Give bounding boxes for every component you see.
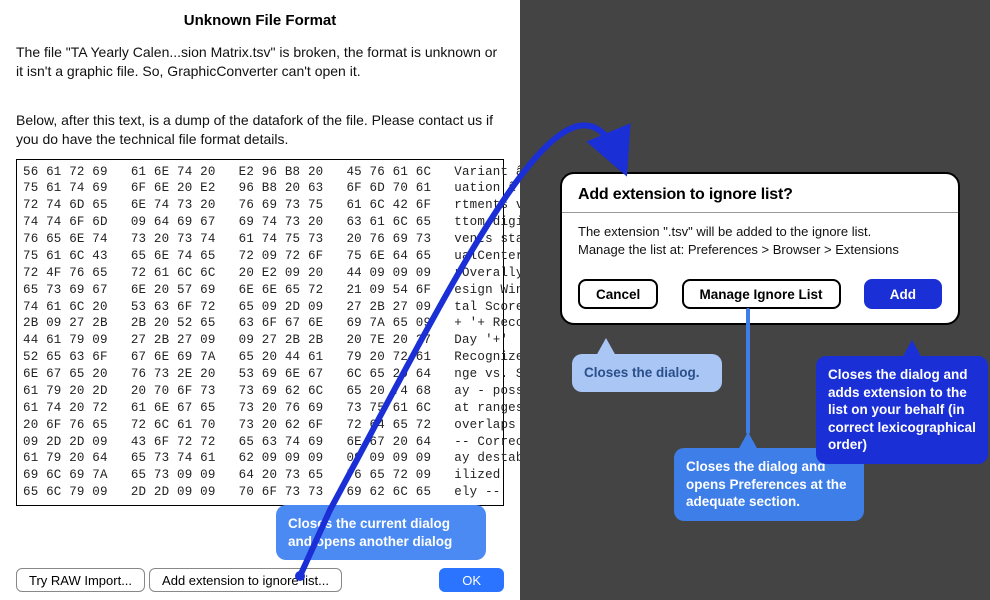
hex-dump: 56 61 72 69 61 6E 74 20 E2 96 B8 20 45 7…	[16, 159, 504, 507]
callout-cancel: Closes the dialog.	[572, 354, 722, 392]
dialog-paragraph-2: Below, after this text, is a dump of the…	[16, 111, 504, 149]
mini-dialog-title: Add extension to ignore list?	[578, 186, 942, 204]
cancel-button[interactable]: Cancel	[578, 279, 658, 309]
mini-dialog-line-1: The extension ".tsv" will be added to th…	[578, 223, 942, 241]
dialog-paragraph-1: The file "TA Yearly Calen...sion Matrix.…	[16, 43, 504, 81]
try-raw-import-button[interactable]: Try RAW Import...	[16, 568, 145, 592]
add-extension-dialog: Add extension to ignore list? The extens…	[560, 172, 960, 325]
callout-main-arrow: Closes the current dialog and opens anot…	[276, 505, 486, 560]
manage-ignore-list-button[interactable]: Manage Ignore List	[682, 279, 841, 309]
ok-button[interactable]: OK	[439, 568, 504, 592]
divider	[562, 212, 958, 213]
dialog-button-bar: Try RAW Import... Add extension to ignor…	[16, 568, 504, 592]
mini-dialog-buttons: Cancel Manage Ignore List Add	[578, 279, 942, 309]
callout-add: Closes the dialog and adds extension to …	[816, 356, 988, 464]
annotation-area: Add extension to ignore list? The extens…	[520, 0, 990, 600]
add-extension-to-ignore-list-button[interactable]: Add extension to ignore list...	[149, 568, 342, 592]
add-button[interactable]: Add	[864, 279, 942, 309]
mini-dialog-line-2: Manage the list at: Preferences > Browse…	[578, 241, 942, 259]
dialog-title: Unknown File Format	[16, 12, 504, 29]
